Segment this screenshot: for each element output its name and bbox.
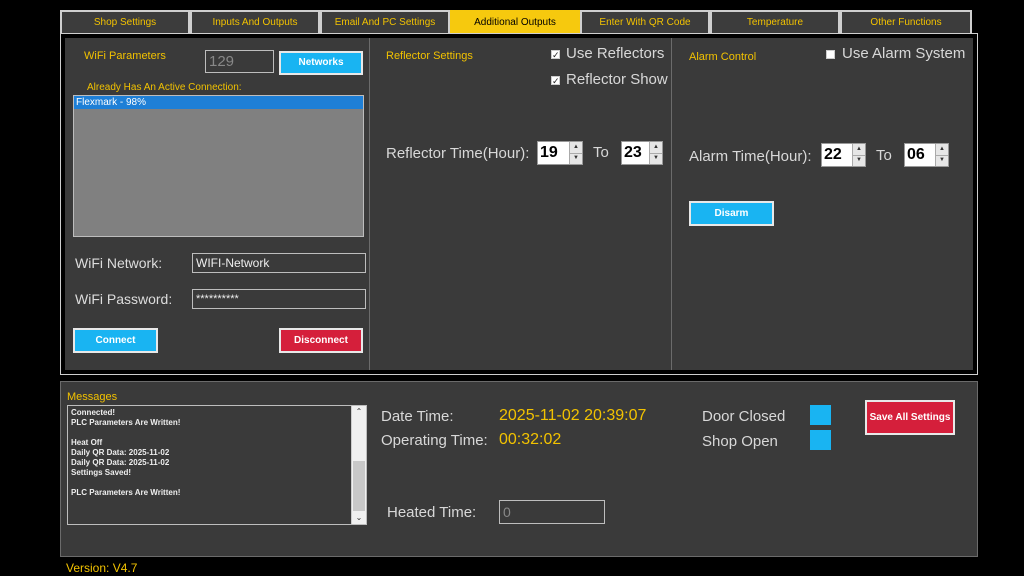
alarm-time-label: Alarm Time(Hour): <box>689 148 812 165</box>
reflector-to-spinner[interactable]: 23 ▲ ▼ <box>621 141 663 165</box>
version-label: Version: V4.7 <box>66 561 138 575</box>
disarm-button[interactable]: Disarm <box>689 201 774 226</box>
wifi-title: WiFi Parameters <box>84 50 166 62</box>
shop-open-indicator <box>810 430 831 450</box>
tab-email-and-pc-settings[interactable]: Email And PC Settings <box>320 10 450 33</box>
alarm-to-label: To <box>876 147 892 164</box>
section-divider <box>369 38 370 370</box>
alarm-from-spinner[interactable]: 22 ▲ ▼ <box>821 143 866 167</box>
use-reflectors-checkbox[interactable]: ✓ <box>551 50 560 60</box>
datetime-label: Date Time: <box>381 408 454 425</box>
alarm-title: Alarm Control <box>689 51 757 63</box>
wifi-network-field[interactable]: WIFI-Network <box>192 253 366 273</box>
reflector-show-label: Reflector Show <box>566 71 668 88</box>
messages-scrollbar[interactable]: ⌃ ⌄ <box>351 406 366 524</box>
tab-other-functions[interactable]: Other Functions <box>840 10 972 33</box>
main-panel: WiFi Parameters 129 Networks Already Has… <box>60 33 978 375</box>
message-line: Daily QR Data: 2025-11-02 <box>71 458 170 467</box>
tab-enter-with-qr-code[interactable]: Enter With QR Code <box>580 10 710 33</box>
reflector-time-label: Reflector Time(Hour): <box>386 145 530 162</box>
datetime-value: 2025-11-02 20:39:07 <box>499 407 647 424</box>
wifi-network-label: WiFi Network: <box>75 255 163 271</box>
shop-open-label: Shop Open <box>702 433 778 450</box>
spinner-value: 23 <box>624 144 642 161</box>
spinner-value: 19 <box>540 144 558 161</box>
list-item[interactable]: Flexmark - 98% <box>74 96 363 109</box>
wifi-count-field[interactable]: 129 <box>205 50 274 73</box>
message-line: Connected! <box>71 408 115 417</box>
tab-inputs-and-outputs[interactable]: Inputs And Outputs <box>190 10 320 33</box>
wifi-password-label: WiFi Password: <box>75 291 173 307</box>
door-closed-indicator <box>810 405 831 425</box>
connection-list[interactable]: Flexmark - 98% <box>73 95 364 237</box>
reflector-show-checkbox[interactable]: ✓ <box>551 76 560 86</box>
messages-box[interactable]: Connected! PLC Parameters Are Written! H… <box>67 405 367 525</box>
use-alarm-label: Use Alarm System <box>842 45 966 62</box>
spinner-down-icon[interactable]: ▼ <box>570 153 582 164</box>
scroll-up-icon[interactable]: ⌃ <box>352 406 366 418</box>
messages-title: Messages <box>67 391 118 403</box>
spinner-down-icon[interactable]: ▼ <box>936 155 948 166</box>
message-line: PLC Parameters Are Written! <box>71 418 181 427</box>
scroll-down-icon[interactable]: ⌄ <box>352 512 366 524</box>
operating-time-value: 00:32:02 <box>499 431 562 448</box>
message-line: PLC Parameters Are Written! <box>71 488 181 497</box>
spinner-down-icon[interactable]: ▼ <box>650 153 662 164</box>
scroll-thumb[interactable] <box>353 461 365 511</box>
reflector-title: Reflector Settings <box>386 50 473 62</box>
section-divider <box>671 38 672 370</box>
operating-time-label: Operating Time: <box>381 432 488 449</box>
active-connection-label: Already Has An Active Connection: <box>87 82 242 93</box>
door-closed-label: Door Closed <box>702 408 786 425</box>
use-reflectors-label: Use Reflectors <box>566 45 665 62</box>
tab-temperature[interactable]: Temperature <box>710 10 840 33</box>
spinner-value: 22 <box>824 146 842 163</box>
disconnect-button[interactable]: Disconnect <box>279 328 363 353</box>
message-line <box>68 428 366 438</box>
spinner-value: 06 <box>907 146 925 163</box>
bottom-panel: Messages Connected! PLC Parameters Are W… <box>60 381 978 557</box>
message-line: Settings Saved! <box>71 468 132 477</box>
message-line <box>68 478 366 488</box>
heated-time-field[interactable]: 0 <box>499 500 605 524</box>
settings-area: WiFi Parameters 129 Networks Already Has… <box>65 38 973 370</box>
heated-time-label: Heated Time: <box>387 504 477 521</box>
networks-button[interactable]: Networks <box>279 51 363 75</box>
connect-button[interactable]: Connect <box>73 328 158 353</box>
tab-shop-settings[interactable]: Shop Settings <box>60 10 190 33</box>
message-line: Daily QR Data: 2025-11-02 <box>71 448 170 457</box>
use-alarm-checkbox[interactable] <box>826 50 835 59</box>
reflector-to-label: To <box>593 144 609 161</box>
reflector-from-spinner[interactable]: 19 ▲ ▼ <box>537 141 583 165</box>
alarm-to-spinner[interactable]: 06 ▲ ▼ <box>904 143 949 167</box>
spinner-down-icon[interactable]: ▼ <box>853 155 865 166</box>
save-all-settings-button[interactable]: Save All Settings <box>865 400 955 435</box>
wifi-password-field[interactable]: ********** <box>192 289 366 309</box>
message-line: Heat Off <box>71 438 103 447</box>
tab-additional-outputs[interactable]: Additional Outputs <box>450 10 580 33</box>
